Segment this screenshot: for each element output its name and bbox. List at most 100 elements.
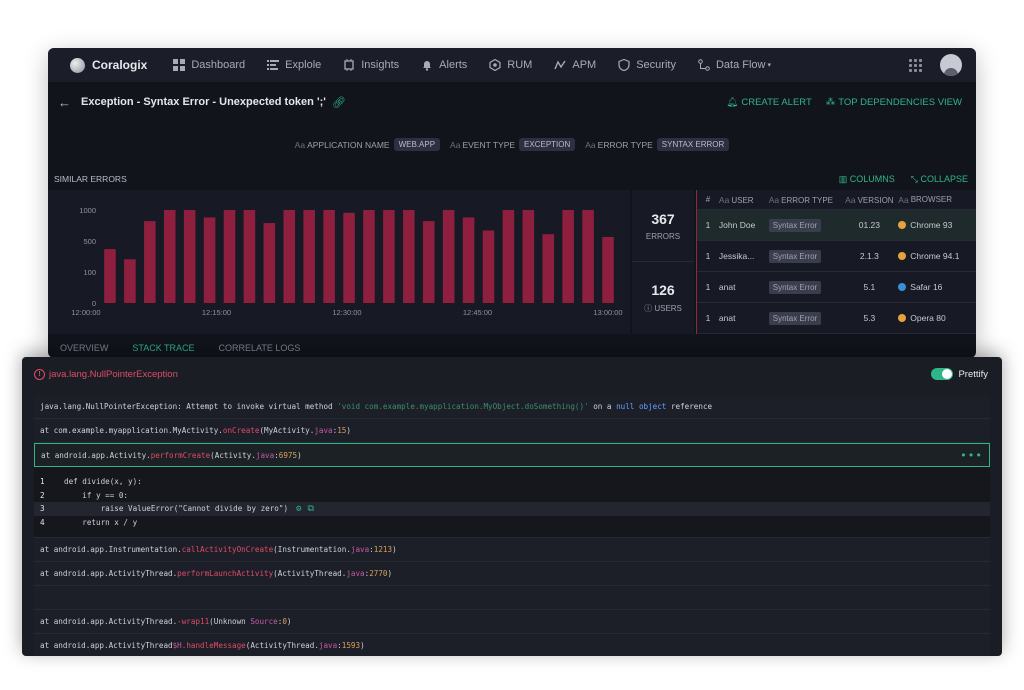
- nav-explore[interactable]: Explole: [267, 59, 321, 71]
- chart-bar[interactable]: [542, 234, 555, 303]
- tab-stack-trace[interactable]: STACK TRACE: [132, 343, 194, 353]
- table-row[interactable]: 1 anat Syntax Error 5.3 Opera 80: [697, 303, 976, 334]
- ai-assist-icon[interactable]: ⚙︎: [296, 504, 301, 514]
- trace-line[interactable]: java.lang.NullPointerException: Attempt …: [34, 395, 990, 419]
- trace-line-selected[interactable]: at android.app.Activity. performCreate (Ac…: [34, 443, 990, 467]
- nav-dashboard[interactable]: Dashboard: [173, 59, 245, 71]
- top-dependencies-button[interactable]: ⁂ TOP DEPENDENCIES VIEW: [826, 97, 962, 108]
- data-flow-icon: [698, 59, 710, 71]
- nav-rum[interactable]: RUM: [489, 59, 532, 71]
- create-alert-button[interactable]: 🔔︎ CREATE ALERT: [726, 97, 811, 108]
- trace-text: ): [286, 617, 292, 626]
- collapse-button[interactable]: ⤡ COLLAPSE: [911, 174, 968, 185]
- toggle-switch[interactable]: [931, 368, 954, 380]
- x-tick-label: 12:00:00: [71, 308, 100, 317]
- col-header-browser[interactable]: Aa BROWSER: [898, 195, 976, 205]
- filter-label: APPLICATION NAME: [307, 139, 390, 150]
- chrome-icon: [898, 221, 907, 229]
- shield-icon: [618, 59, 630, 71]
- code-line-number: 2: [40, 490, 45, 500]
- tab-overview[interactable]: OVERVIEW: [60, 343, 108, 353]
- chart-bar[interactable]: [183, 210, 196, 303]
- nav-apm[interactable]: APM: [554, 59, 596, 71]
- copy-icon[interactable]: ⧉: [307, 504, 313, 514]
- chevron-down-icon: ▾: [767, 62, 771, 69]
- table-row[interactable]: 1 John Doe Syntax Error 01.23 Chrome 93: [697, 210, 976, 241]
- filter-bar: Aa APPLICATION NAME WEB.APP Aa EVENT TYPE EX…: [48, 138, 976, 151]
- help-circle-icon: ⓘ: [644, 304, 655, 313]
- chart-bar[interactable]: [124, 259, 136, 303]
- chart-bar[interactable]: [343, 212, 355, 303]
- back-arrow-icon[interactable]: ←: [58, 95, 71, 110]
- chart-bar[interactable]: [263, 223, 276, 303]
- trace-line[interactable]: at com.example.myapplication.MyActivity.…: [34, 419, 990, 443]
- chart-bar[interactable]: [422, 221, 435, 303]
- opera-icon: [898, 314, 907, 322]
- trace-method: -wrap11: [177, 617, 210, 626]
- nav-insights[interactable]: Insights: [343, 59, 399, 71]
- filter-error-type[interactable]: Aa ERROR TYPE SYNTAX ERROR: [585, 138, 730, 151]
- chart-bar[interactable]: [283, 210, 296, 303]
- chrome-icon: [898, 252, 907, 260]
- chart-bar[interactable]: [243, 210, 256, 303]
- trace-line[interactable]: at android.app.ActivityThread. -wrap11 (Un…: [34, 610, 990, 634]
- filter-event-type[interactable]: Aa EVENT TYPE EXCEPTION: [450, 138, 576, 151]
- trace-text: on a: [588, 402, 617, 411]
- apps-grid-icon[interactable]: [909, 58, 922, 72]
- chart-bar[interactable]: [223, 210, 236, 303]
- chart-bar[interactable]: [363, 210, 375, 303]
- trace-text: at android.app.ActivityThread: [40, 641, 173, 650]
- collapse-label: COLLAPSE: [920, 173, 968, 184]
- chart-bar[interactable]: [323, 210, 335, 303]
- nav-alerts[interactable]: Alerts: [421, 59, 467, 71]
- filter-value-chip: SYNTAX ERROR: [656, 138, 730, 151]
- tab-correlate-logs[interactable]: CORRELATE LOGS: [219, 343, 301, 353]
- more-options-icon[interactable]: •••: [960, 449, 983, 462]
- filter-application-name[interactable]: Aa APPLICATION NAME WEB.APP: [295, 138, 441, 151]
- row-version: 5.3: [863, 313, 876, 323]
- avatar[interactable]: [940, 54, 962, 76]
- trace-line[interactable]: at android.app.Instrumentation. callActiv…: [34, 538, 990, 562]
- code-line: 4 return x / y: [34, 516, 990, 530]
- page-header: ← Exception - Syntax Error - Unexpected …: [48, 82, 976, 122]
- row-num: 1: [705, 220, 711, 230]
- trace-line-number: 1593: [341, 641, 361, 650]
- trace-line-number: 1213: [373, 545, 393, 554]
- nav-data-flow[interactable]: Data Flow ▾: [698, 59, 771, 71]
- code-line: 1 def divide(x, y):: [34, 475, 990, 489]
- chart-bar[interactable]: [582, 210, 594, 303]
- chart-bar[interactable]: [502, 210, 515, 303]
- col-header-error-type[interactable]: Aa ERROR TYPE: [767, 195, 841, 205]
- nav-dashboard-label: Dashboard: [191, 59, 246, 71]
- chart-bar[interactable]: [522, 210, 535, 303]
- trace-line[interactable]: at android.app.ActivityThread $H. handleMe…: [34, 634, 990, 656]
- nav-security[interactable]: Security: [618, 59, 676, 71]
- trace-line-number: 15: [337, 426, 347, 435]
- table-row[interactable]: 1 Jessika... Syntax Error 2.1.3 Chrome 9…: [697, 241, 976, 272]
- nav-security-label: Security: [636, 59, 676, 71]
- brand-logo[interactable]: Coralogix: [70, 57, 147, 73]
- chart-bar[interactable]: [203, 217, 216, 303]
- nav-apm-label: APM: [572, 59, 597, 71]
- chart-bar[interactable]: [144, 221, 156, 303]
- chart-bar[interactable]: [403, 210, 415, 303]
- filter-value-chip: WEB.APP: [393, 138, 441, 151]
- col-header-version[interactable]: Aa VERSION: [840, 195, 898, 205]
- trace-line[interactable]: at android.app.ActivityThread. performLau…: [34, 562, 990, 586]
- prettify-toggle[interactable]: Prettify: [931, 368, 988, 380]
- col-header-user[interactable]: Aa USER: [719, 195, 767, 205]
- chart-bar[interactable]: [602, 236, 614, 303]
- table-row[interactable]: 1 anat Syntax Error 5.1 Safar 16: [697, 272, 976, 303]
- chart-bar[interactable]: [383, 210, 395, 303]
- trace-text: ): [346, 426, 351, 435]
- columns-button[interactable]: ▥ COLUMNS: [839, 174, 895, 185]
- col-header-num[interactable]: #: [697, 195, 719, 204]
- link-icon[interactable]: 🔗︎: [332, 96, 346, 109]
- chart-bar[interactable]: [303, 210, 315, 303]
- chart-bar[interactable]: [163, 210, 176, 303]
- chart-bar[interactable]: [462, 217, 475, 303]
- chart-bar[interactable]: [442, 210, 455, 303]
- chart-bar[interactable]: [482, 230, 495, 303]
- chart-bar[interactable]: [104, 249, 116, 303]
- chart-bar[interactable]: [562, 210, 574, 303]
